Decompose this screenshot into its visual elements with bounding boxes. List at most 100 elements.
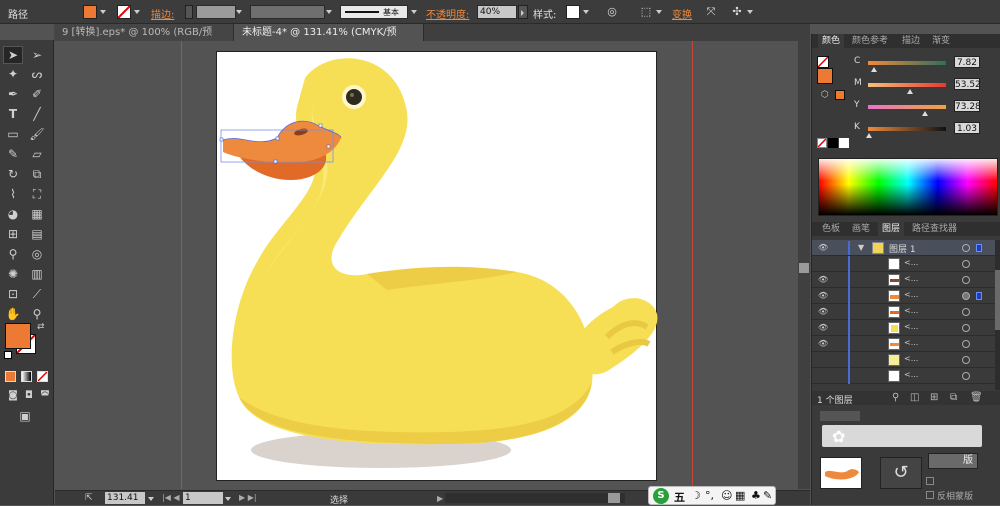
new-layer-icon[interactable]: ⧉ bbox=[950, 392, 957, 403]
object-thumbnail[interactable] bbox=[820, 457, 862, 489]
chevron-down-icon[interactable] bbox=[411, 10, 417, 14]
eye-icon[interactable]: 👁 bbox=[818, 323, 828, 332]
eye-icon[interactable]: 👁 bbox=[818, 243, 828, 252]
anchor-point[interactable] bbox=[273, 159, 278, 164]
sublayer-name[interactable]: <... bbox=[904, 338, 918, 347]
selection-indicator[interactable] bbox=[976, 292, 982, 300]
k-slider-track[interactable] bbox=[868, 127, 946, 131]
mask-thumbnail[interactable]: ↺ bbox=[880, 457, 922, 489]
ime-tools-icon[interactable]: ✎ bbox=[763, 489, 772, 502]
lasso-icon[interactable]: ᔕ bbox=[28, 66, 46, 82]
tab-document-1[interactable]: 9 [转换].eps* @ 100% (RGB/预览)× bbox=[54, 24, 234, 55]
stroke-swatch[interactable] bbox=[117, 5, 131, 19]
scroll-thumb[interactable] bbox=[608, 493, 620, 503]
tab-brushes[interactable]: 画笔 bbox=[848, 222, 874, 236]
magic-wand-icon[interactable]: ✦ bbox=[4, 66, 22, 82]
screen-mode-icon[interactable]: ▣ bbox=[16, 408, 34, 424]
ime-emoji-icon[interactable]: ☺ bbox=[721, 489, 732, 502]
target-icon[interactable] bbox=[962, 340, 970, 348]
eye-icon[interactable]: 👁 bbox=[818, 339, 828, 348]
page-field[interactable]: 1 bbox=[183, 492, 223, 504]
horizontal-scrollbar[interactable] bbox=[445, 493, 625, 503]
graphic-style-swatch[interactable] bbox=[566, 5, 580, 19]
perspective-grid-icon[interactable]: ▦ bbox=[28, 206, 46, 222]
opacity-field[interactable]: 40% bbox=[477, 5, 517, 19]
c-slider-thumb[interactable] bbox=[871, 67, 878, 72]
color-spectrum[interactable] bbox=[818, 158, 998, 216]
scroll-thumb[interactable] bbox=[799, 263, 809, 273]
layer-row[interactable]: 👁 <... bbox=[812, 320, 995, 336]
anchor-point[interactable] bbox=[275, 136, 280, 141]
clip-checkbox[interactable] bbox=[926, 477, 934, 485]
invert-mask-checkbox[interactable] bbox=[926, 491, 934, 499]
m-value-field[interactable]: 53.52 bbox=[954, 78, 981, 90]
opacity-arrow[interactable] bbox=[518, 5, 528, 19]
panel-tab-partial[interactable] bbox=[820, 411, 860, 421]
scroll-thumb[interactable] bbox=[995, 270, 1000, 330]
swap-colors-icon[interactable]: ⇄ bbox=[37, 322, 45, 332]
ime-punctuation-icon[interactable]: °, bbox=[705, 489, 714, 502]
none-swatch[interactable] bbox=[817, 138, 827, 148]
layer-row[interactable]: <... bbox=[812, 256, 995, 272]
k-value-field[interactable]: 1.03 bbox=[954, 122, 980, 134]
anchor-point[interactable] bbox=[318, 123, 323, 128]
layers-scrollbar[interactable] bbox=[995, 240, 1000, 390]
options-icon[interactable]: ✣ bbox=[729, 4, 745, 20]
layer-name[interactable]: 图层 1 bbox=[889, 242, 916, 255]
gradient-mode-icon[interactable] bbox=[21, 371, 32, 382]
tab-pathfinder[interactable]: 路径查找器 bbox=[908, 222, 961, 236]
default-colors-icon[interactable] bbox=[4, 351, 12, 359]
zoom-tool-icon[interactable]: ⚲ bbox=[28, 306, 46, 322]
line-tool-icon[interactable]: ╱ bbox=[28, 106, 46, 122]
color-mode-icon[interactable] bbox=[5, 371, 16, 382]
c-slider-track[interactable] bbox=[868, 61, 946, 65]
layer-row[interactable]: <... bbox=[812, 352, 995, 368]
free-transform-icon[interactable]: ⛶ bbox=[28, 186, 46, 202]
ime-logo-icon[interactable]: S bbox=[653, 488, 669, 504]
selection-tool-icon[interactable]: ➤ bbox=[4, 47, 22, 63]
sublayer-name[interactable]: <... bbox=[904, 290, 918, 299]
chevron-down-icon[interactable] bbox=[236, 10, 242, 14]
sublayer-name[interactable]: <... bbox=[904, 306, 918, 315]
tab-swatches[interactable]: 色板 bbox=[818, 222, 844, 236]
sublayer-name[interactable]: <... bbox=[904, 258, 918, 267]
target-icon[interactable] bbox=[962, 260, 970, 268]
zoom-field[interactable]: 131.41 bbox=[105, 492, 145, 504]
chevron-down-icon[interactable] bbox=[134, 10, 140, 14]
chevron-down-icon[interactable] bbox=[326, 10, 332, 14]
disclosure-triangle-icon[interactable]: ▼ bbox=[858, 243, 864, 252]
target-icon[interactable] bbox=[962, 276, 970, 284]
layer-row-selected[interactable]: 👁 <... bbox=[812, 288, 995, 304]
ime-keyboard-icon[interactable]: ▦ bbox=[735, 489, 745, 502]
y-slider-track[interactable] bbox=[868, 105, 946, 109]
stroke-weight-field[interactable] bbox=[196, 5, 236, 19]
tab-stroke[interactable]: 描边 bbox=[898, 34, 924, 48]
target-icon[interactable] bbox=[962, 244, 970, 252]
warp-tool-icon[interactable]: ⌇ bbox=[4, 186, 22, 202]
m-slider-thumb[interactable] bbox=[907, 89, 914, 94]
pencil-icon[interactable]: ✎ bbox=[4, 146, 22, 162]
sublayer-name[interactable]: <... bbox=[904, 370, 918, 379]
eye-icon[interactable]: 👁 bbox=[818, 307, 828, 316]
chevron-down-icon[interactable] bbox=[100, 10, 106, 14]
white-swatch[interactable] bbox=[839, 138, 849, 148]
layer-row-top[interactable]: 👁 ▼ 图层 1 bbox=[812, 240, 995, 256]
tab-gradient[interactable]: 渐变 bbox=[928, 34, 954, 48]
eye-icon[interactable]: 👁 bbox=[818, 275, 828, 284]
k-slider-thumb[interactable] bbox=[865, 133, 872, 138]
shape-builder-icon[interactable]: ◕ bbox=[4, 206, 22, 222]
isolate-icon[interactable]: ⤧ bbox=[703, 4, 719, 20]
sublayer-name[interactable]: <... bbox=[904, 274, 918, 283]
ime-halfwidth-icon[interactable]: ☽ bbox=[691, 489, 701, 502]
c-value-field[interactable]: 7.82 bbox=[954, 56, 980, 68]
fill-color-box[interactable] bbox=[5, 323, 31, 349]
tab-layers[interactable]: 图层 bbox=[878, 222, 905, 236]
delete-icon[interactable]: 🗑 bbox=[970, 392, 983, 403]
chevron-down-icon[interactable] bbox=[747, 10, 753, 14]
layer-row[interactable]: 👁 <... bbox=[812, 304, 995, 320]
layer-row[interactable]: 👁 <... bbox=[812, 336, 995, 352]
m-slider-track[interactable] bbox=[868, 83, 946, 87]
stroke-stepper[interactable] bbox=[185, 5, 193, 19]
target-icon[interactable] bbox=[962, 324, 970, 332]
ime-toolbar[interactable]: S 五 ☽ °, ☺ ▦ ♣ ✎ bbox=[648, 486, 776, 505]
